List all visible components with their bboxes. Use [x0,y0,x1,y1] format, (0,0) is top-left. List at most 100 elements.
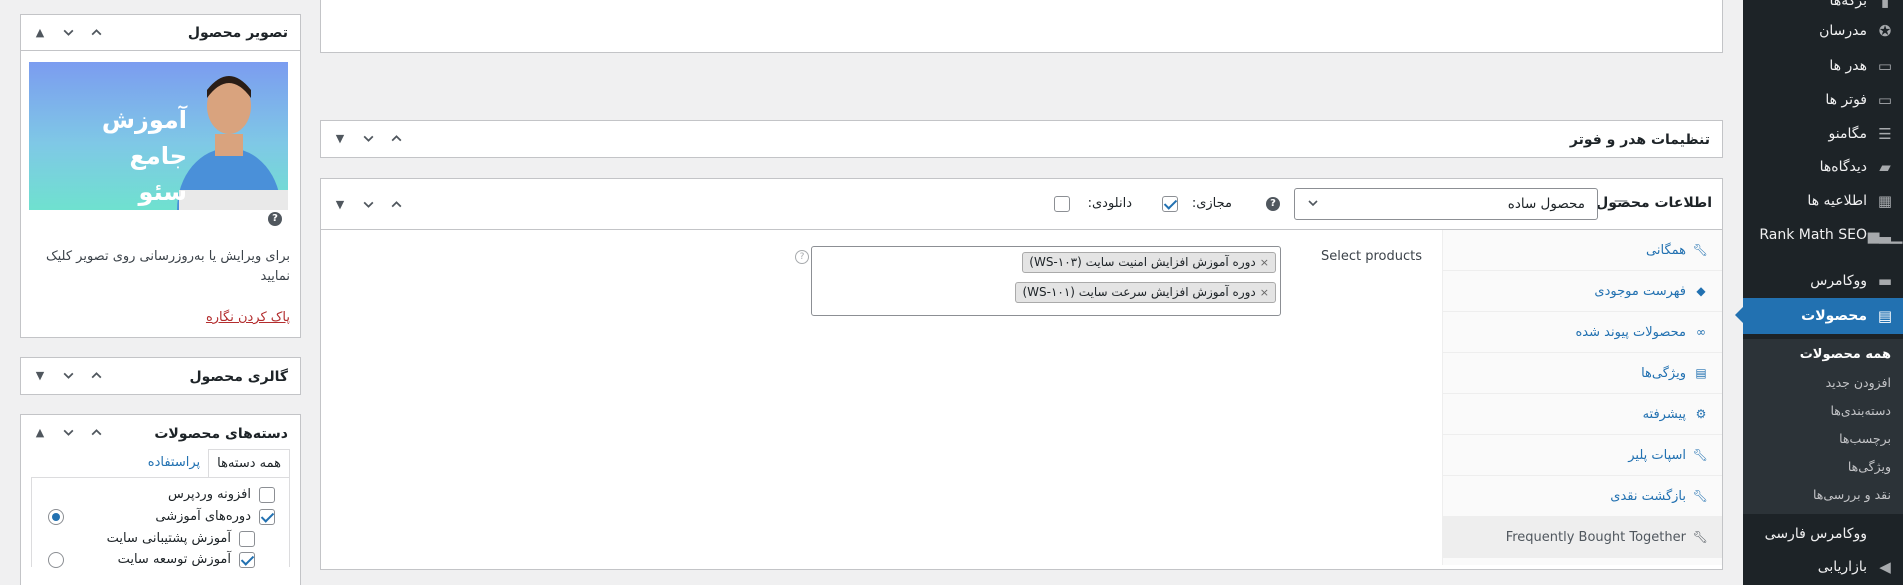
tab-label: ویژگی‌ها [1641,365,1686,381]
chip-label: دوره آموزش افزایش سرعت سایت (WS-۱۰۱) [1022,285,1256,299]
submenu-reviews[interactable]: نقد و بررسی‌ها [1813,487,1891,502]
move-down-icon[interactable] [357,193,379,215]
wrench-icon: 🔧︎ [1692,489,1708,503]
tab-attributes[interactable]: ▤ ویژگی‌ها [1442,353,1722,394]
comment-icon: ▰ [1879,158,1891,176]
category-checkbox[interactable] [239,552,255,568]
submenu-tags[interactable]: برچسب‌ها [1839,431,1891,446]
keyboard-icon: ▦ [1877,192,1893,210]
list-icon: ▤ [1695,366,1707,380]
tab-label: محصولات پیوند شده [1575,324,1687,340]
product-thumbnail[interactable]: آموزش جامع سئو تکنیکال [29,62,288,210]
product-data-tabs: 🔧︎ همگانی ◆ فهرست موجودی ∞ محصولات پیوند… [1442,230,1722,565]
remove-chip-icon[interactable]: × [1260,286,1269,299]
chevron-down-icon [1307,197,1319,213]
thumbnail-text: آموزش جامع سئو تکنیکال [47,102,187,210]
header-footer-settings-box: تنظیمات هدر و فوتر ▼ [320,120,1723,158]
link-icon: ∞ [1696,325,1706,339]
move-up-icon[interactable] [85,421,107,443]
toggle-arrow-icon[interactable]: ▼ [329,127,351,149]
toggle-arrow-icon[interactable]: ▼ [29,364,51,386]
help-icon[interactable]: ? [795,250,809,264]
box-controls: ▲ [29,421,107,443]
award-icon: ✪ [1878,22,1892,40]
product-chip: × دوره آموزش افزایش امنیت سایت (WS-۱۰۳) [1022,252,1276,273]
gear-icon: ⚙ [1695,407,1707,421]
tab-all-categories[interactable]: همه دسته‌ها [208,449,290,478]
product-image-box: تصویر محصول ▲ آموزش جامع سئو تکنیکال ? ب… [20,14,301,338]
remove-chip-icon[interactable]: × [1260,256,1269,269]
menu-item-instructors[interactable]: ✪ مدرسان [1743,14,1903,48]
tab-cashback[interactable]: 🔧︎ بازگشت نقدی [1442,476,1722,517]
move-down-icon[interactable] [57,21,79,43]
move-down-icon[interactable] [357,127,379,149]
help-icon[interactable]: ? [1266,197,1280,211]
tab-advanced[interactable]: ⚙ پیشرفته [1442,394,1722,435]
tab-label: اسپات پلیر [1628,447,1686,463]
tab-label: همگانی [1646,242,1686,258]
tab-inventory[interactable]: ◆ فهرست موجودی [1442,271,1722,312]
admin-sidebar: ▮ برگه‌ها ✪ مدرسان ▭ هدر ها ▭ فوتر ها ☰ … [1735,0,1903,585]
menu-icon: ☰ [1878,125,1892,143]
image-description: برای ویرایش یا به‌روزرسانی روی تصویر کلی… [45,249,290,284]
tag-icon: ◆ [1696,284,1706,298]
box-title: تنظیمات هدر و فوتر [1569,132,1710,148]
primary-category-radio[interactable] [48,509,64,525]
menu-item-headers[interactable]: ▭ هدر ها [1743,49,1903,83]
megaphone-icon: ◀ [1879,558,1891,576]
title-dash: — [1614,193,1628,209]
product-data-box: اطلاعات محصول — محصول ساده ? مجازی: دانل… [320,178,1723,570]
tab-frequently-bought-together[interactable]: 🔧︎ Frequently Bought Together [1442,517,1722,558]
tab-general[interactable]: 🔧︎ همگانی [1442,230,1722,271]
menu-item-marketing[interactable]: ◀ بازاریابی [1743,550,1903,584]
move-up-icon[interactable] [385,127,407,149]
blank-icon [1875,524,1895,544]
menu-item-products[interactable]: ▤ محصولات [1735,298,1903,334]
tab-most-used[interactable]: پراستفاده [140,449,208,478]
chart-icon: ▁▃▅ [1867,226,1903,244]
submenu-categories[interactable]: دسته‌بندی‌ها [1830,403,1891,418]
toggle-arrow-icon[interactable]: ▼ [329,193,351,215]
box-title: تصویر محصول [187,25,288,41]
move-up-icon[interactable] [385,193,407,215]
menu-item-footers[interactable]: ▭ فوتر ها [1743,83,1903,117]
menu-item-woo-persian[interactable]: ووکامرس فارسی [1743,517,1903,551]
category-checkbox[interactable] [259,509,275,525]
product-type-select[interactable]: محصول ساده [1294,188,1598,220]
products-submenu: همه محصولات افزودن جدید دسته‌بندی‌ها برچ… [1743,339,1903,514]
category-label: آموزش پشتیبانی سایت [106,531,231,546]
category-label: افزونه وردپرس [167,487,251,502]
move-down-icon[interactable] [57,364,79,386]
toggle-arrow-icon[interactable]: ▲ [29,421,51,443]
product-categories-box: دسته‌های محصولات ▲ همه دسته‌ها پراستفاده… [20,414,301,585]
virtual-checkbox[interactable] [1162,196,1178,212]
tab-label: Frequently Bought Together [1505,529,1686,545]
category-checkbox[interactable] [259,487,275,503]
primary-category-radio[interactable] [48,552,64,568]
chip-label: دوره آموزش افزایش امنیت سایت (WS-۱۰۳) [1029,255,1256,269]
move-up-icon[interactable] [85,21,107,43]
box-header: تصویر محصول ▲ [21,15,300,51]
tab-spot-player[interactable]: 🔧︎ اسپات پلیر [1442,435,1722,476]
wrench-icon: 🔧︎ [1692,448,1708,462]
submenu-add-new[interactable]: افزودن جدید [1826,375,1891,390]
menu-item-comments[interactable]: ▰ دیدگاه‌ها [1743,150,1903,184]
toggle-arrow-icon[interactable]: ▲ [29,21,51,43]
submenu-all-products[interactable]: همه محصولات [1800,347,1891,362]
menu-item-megamenu[interactable]: ☰ مگامنو [1743,117,1903,151]
help-icon[interactable]: ? [268,212,282,226]
downloadable-checkbox[interactable] [1054,196,1070,212]
category-checkbox[interactable] [239,531,255,547]
menu-item-notices[interactable]: ▦ اطلاعیه ها [1743,184,1903,218]
menu-item-rank-math[interactable]: ▁▃▅ Rank Math SEO [1743,218,1903,252]
tab-linked-products[interactable]: ∞ محصولات پیوند شده [1442,312,1722,353]
box-controls: ▼ [329,193,407,215]
menu-item-woocommerce[interactable]: ▬ ووکامرس [1743,264,1903,298]
category-label: آموزش توسعه سایت [117,552,231,567]
select-products-input[interactable]: × دوره آموزش افزایش امنیت سایت (WS-۱۰۳) ×… [811,246,1281,316]
move-up-icon[interactable] [85,364,107,386]
move-down-icon[interactable] [57,421,79,443]
submenu-attributes[interactable]: ویژگی‌ها [1848,459,1891,474]
remove-image-link[interactable]: پاک کردن نگاره [206,308,290,328]
tab-label: فهرست موجودی [1594,283,1686,299]
